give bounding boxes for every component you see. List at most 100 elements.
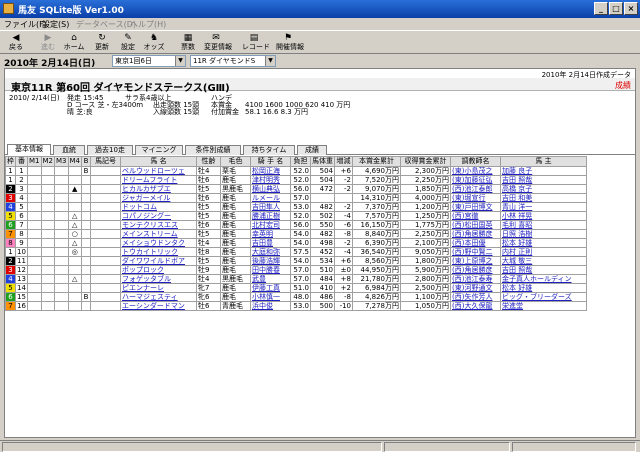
trainer-link[interactable]: (東)堀宣行 <box>450 193 501 203</box>
menu-file[interactable]: ファイル(F) <box>4 19 47 30</box>
owner-link[interactable]: 松本 好雄 <box>500 238 587 248</box>
trainer-link[interactable]: (西)矢作芳人 <box>450 292 501 302</box>
horse-name-link[interactable]: エーシンダードマン <box>120 301 197 311</box>
column-header[interactable]: 馬記号 <box>90 156 121 167</box>
owner-link[interactable]: 小林 祥晃 <box>500 211 587 221</box>
table-row[interactable]: 5 14 ピエンナーレ 牝7 鹿毛 伊藤工真 51.0 410 +2 6,984万円 2,500万円… <box>5 283 587 293</box>
owner-link[interactable]: 青山 洋一 <box>500 202 587 212</box>
jockey-link[interactable]: 吉田豊 <box>250 238 291 248</box>
toolbar-button-1[interactable]: ▶ 進む <box>36 32 60 54</box>
trainer-link[interactable]: (西)宮徹 <box>450 211 501 221</box>
table-row[interactable]: 7 8 ○ メインストリーム 牡5 鹿毛 幸英明 54.0 482 -8 8,840万円 2,250万… <box>5 229 587 239</box>
column-header[interactable]: 馬体重 <box>310 156 335 167</box>
toolbar-button-3[interactable]: ↻ 更新 <box>90 32 114 54</box>
tab-3[interactable]: マイニング <box>135 145 183 155</box>
table-row[interactable]: 6 7 △ モンテクリスエス 牡6 鹿毛 北村宏司 56.0 550 -6 16,150万円 1,77… <box>5 220 587 230</box>
tab-1[interactable]: 血統 <box>53 145 85 155</box>
horse-name-link[interactable]: モンテクリスエス <box>120 220 197 230</box>
tab-0[interactable]: 基本情報 <box>7 144 51 155</box>
owner-link[interactable]: 金子真人ホールディン <box>500 274 587 284</box>
trainer-link[interactable]: (西)池江泰寿 <box>450 274 501 284</box>
toolbar-button-5[interactable]: ♞ オッズ <box>142 32 166 54</box>
horse-name-link[interactable]: ベルウッドローツェ <box>120 166 197 176</box>
table-row[interactable]: 8 9 △ メイショウドンタク 牡4 鹿毛 吉田豊 54.0 498 -2 6,390万円 2,100… <box>5 238 587 248</box>
toolbar-button-0[interactable]: ◀ 戻る <box>4 32 28 54</box>
chevron-down-icon[interactable]: ▼ <box>175 56 185 66</box>
table-row[interactable]: 1 2 ドリームフライト 牡6 鹿毛 津村明秀 52.0 504 -2 7,520万円 2,250万… <box>5 175 587 185</box>
results-link[interactable]: 成績 <box>615 80 631 91</box>
column-header[interactable]: M2 <box>40 156 55 167</box>
trainer-link[interactable]: (西)野中賢二 <box>450 247 501 257</box>
jockey-link[interactable]: 幸英明 <box>250 229 291 239</box>
horse-name-link[interactable]: ヒカルカザブエ <box>120 184 197 194</box>
tab-2[interactable]: 過去10走 <box>87 145 133 155</box>
table-row[interactable]: 3 12 ポップロック 牡9 鹿毛 田中勝春 57.0 510 ±0 44,950万円 5,900万… <box>5 265 587 275</box>
column-header[interactable]: B <box>81 156 91 167</box>
trainer-link[interactable]: (東)小島茂之 <box>450 166 501 176</box>
horse-name-link[interactable]: ジャガーメイル <box>120 193 197 203</box>
horse-name-link[interactable]: ダイワワイルドボア <box>120 256 197 266</box>
table-row[interactable]: 1 10 ◎ トウカイトリック 牡8 鹿毛 大庭和弥 57.5 452 -4 36,540万円 9,0… <box>5 247 587 257</box>
column-header[interactable]: 枠 <box>5 156 16 167</box>
table-row[interactable]: 4 13 △ フォゲッタブル 牡4 黒鹿毛 武豊 57.0 484 +8 21,780万円 2,800… <box>5 274 587 284</box>
column-header[interactable]: 性齢 <box>196 156 221 167</box>
jockey-link[interactable]: 後藤浩輝 <box>250 256 291 266</box>
column-header[interactable]: M3 <box>54 156 69 167</box>
owner-link[interactable]: 栄進堂 <box>500 301 587 311</box>
horse-name-link[interactable]: ポップロック <box>120 265 197 275</box>
column-header[interactable]: 調教師名 <box>450 156 501 167</box>
horse-name-link[interactable]: ハーマジェスティ <box>120 292 197 302</box>
toolbar-button-8[interactable]: ▤ レコード <box>242 32 270 54</box>
trainer-link[interactable]: (西)松田国英 <box>450 220 501 230</box>
column-header[interactable]: 負担 <box>290 156 311 167</box>
owner-link[interactable]: ビッグ・ブリーダーズ <box>500 292 587 302</box>
toolbar-button-7[interactable]: ✉ 変更情報 <box>204 32 232 54</box>
trainer-link[interactable]: (西)角居勝彦 <box>450 229 501 239</box>
table-row[interactable]: 2 11 ダイワワイルドボア 牡5 鹿毛 後藤浩輝 54.0 534 +6 8,560万円 1,80… <box>5 256 587 266</box>
horse-name-link[interactable]: ピエンナーレ <box>120 283 197 293</box>
jockey-link[interactable]: 横山典弘 <box>250 184 291 194</box>
jockey-link[interactable]: 田中勝春 <box>250 265 291 275</box>
horse-name-link[interactable]: メイショウドンタク <box>120 238 197 248</box>
owner-link[interactable]: 松本 好雄 <box>500 283 587 293</box>
column-header[interactable]: 馬 名 <box>120 156 197 167</box>
column-header[interactable]: 毛色 <box>220 156 251 167</box>
trainer-link[interactable]: (西)本田優 <box>450 238 501 248</box>
minimize-button[interactable]: _ <box>594 2 608 15</box>
trainer-link[interactable]: (東)河野通文 <box>450 283 501 293</box>
jockey-link[interactable]: 武豊 <box>250 274 291 284</box>
horse-name-link[interactable]: トウカイトリック <box>120 247 197 257</box>
trainer-link[interactable]: (西)大久保龍 <box>450 301 501 311</box>
owner-link[interactable]: 高橋 京子 <box>500 184 587 194</box>
close-button[interactable]: × <box>624 2 638 15</box>
toolbar-button-6[interactable]: ▦ 票数 <box>176 32 200 54</box>
owner-link[interactable]: 吉田 照哉 <box>500 175 587 185</box>
table-row[interactable]: 7 16 エーシンダードマン 牡6 青鹿毛 浜中俊 53.0 500 -10 7,278万円 1,0… <box>5 301 587 311</box>
tab-5[interactable]: 持ちタイム <box>243 145 295 155</box>
column-header[interactable]: 本賞金累計 <box>352 156 401 167</box>
toolbar-button-2[interactable]: ⌂ ホーム <box>62 32 86 54</box>
tab-4[interactable]: 条件別成績 <box>185 145 241 155</box>
trainer-link[interactable]: (西)角居勝彦 <box>450 265 501 275</box>
column-header[interactable]: 騎 手 名 <box>250 156 291 167</box>
title-bar[interactable]: 馬友 SQLite版 Ver1.00 _ □ × <box>0 0 640 18</box>
toolbar-button-4[interactable]: ✎ 設定 <box>116 32 140 54</box>
jockey-link[interactable]: 伊藤工真 <box>250 283 291 293</box>
horse-name-link[interactable]: コパノジングー <box>120 211 197 221</box>
owner-link[interactable]: 加藤 良子 <box>500 166 587 176</box>
jockey-link[interactable]: 浜中俊 <box>250 301 291 311</box>
column-header[interactable]: 番 <box>15 156 28 167</box>
column-header[interactable]: 増減 <box>334 156 353 167</box>
jockey-link[interactable]: ルメール <box>250 193 291 203</box>
owner-link[interactable]: 毛利 喜昭 <box>500 220 587 230</box>
menu-help[interactable]: ヘルプ(H) <box>130 19 166 30</box>
meeting-select[interactable]: 東京1回6日 ▼ <box>112 55 186 67</box>
jockey-link[interactable]: 勝浦正樹 <box>250 211 291 221</box>
race-select[interactable]: 11R ダイヤモンドS ▼ <box>190 55 276 67</box>
column-header[interactable]: M4 <box>67 156 82 167</box>
jockey-link[interactable]: 大庭和弥 <box>250 247 291 257</box>
maximize-button[interactable]: □ <box>609 2 623 15</box>
jockey-link[interactable]: 吉田隼人 <box>250 202 291 212</box>
horse-name-link[interactable]: ドリームフライト <box>120 175 197 185</box>
chevron-down-icon[interactable]: ▼ <box>265 56 275 66</box>
